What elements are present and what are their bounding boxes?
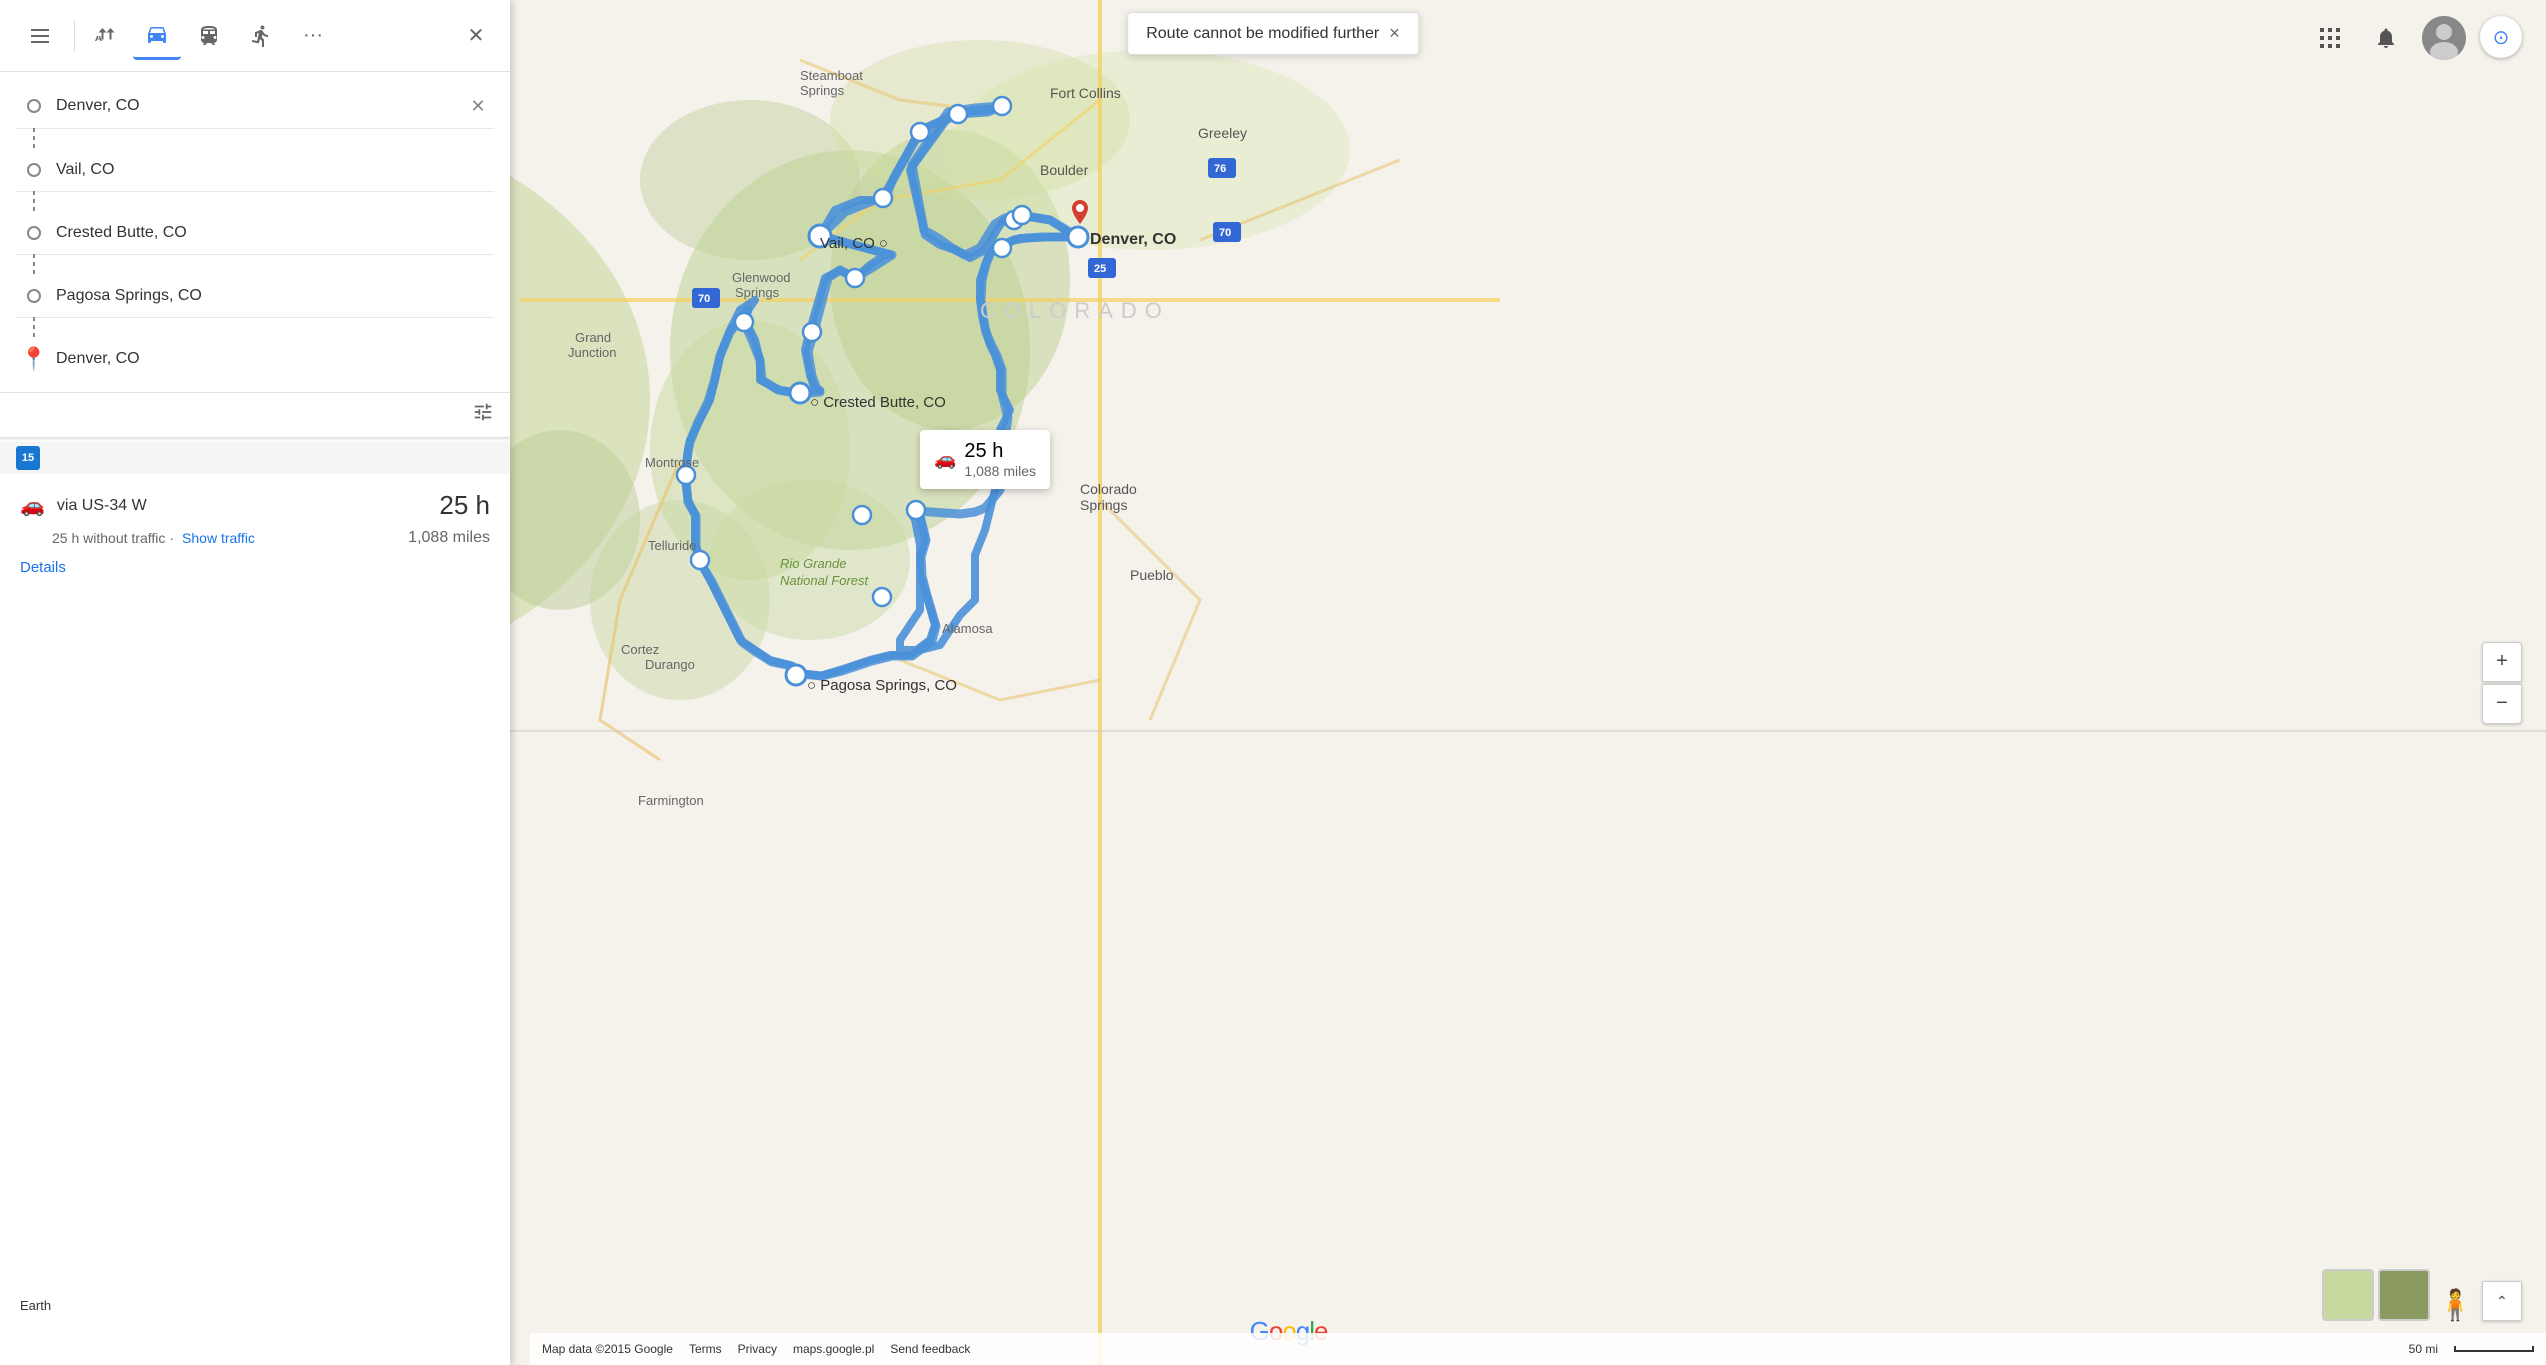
route-via-label: via US-34 W: [57, 497, 439, 515]
map-layer-options: [2322, 1269, 2430, 1321]
bottom-bar: Map data ©2015 Google Terms Privacy maps…: [530, 1333, 2546, 1365]
profile-avatar[interactable]: [2422, 16, 2466, 60]
waypoint-row-origin: ✕: [16, 84, 494, 129]
svg-text:Colorado: Colorado: [1080, 481, 1137, 497]
zoom-controls: + −: [2482, 642, 2522, 724]
svg-text:Alamosa: Alamosa: [942, 621, 993, 636]
svg-text:Glenwood: Glenwood: [732, 270, 791, 285]
destination-input[interactable]: [52, 344, 494, 374]
waypoint-row-pagosa: [16, 275, 494, 318]
details-link[interactable]: Details: [20, 559, 490, 576]
pagosa-input[interactable]: [52, 281, 494, 311]
waypoint-dot-icon-4: [16, 289, 52, 303]
svg-text:70: 70: [698, 293, 710, 305]
close-sidebar-button[interactable]: ✕: [458, 18, 494, 54]
bubble-distance: 1,088 miles: [964, 463, 1036, 479]
send-feedback-link[interactable]: Send feedback: [890, 1342, 970, 1356]
svg-text:Cortez: Cortez: [621, 642, 659, 657]
route-duration: 25 h: [439, 490, 490, 521]
svg-text:Durango: Durango: [645, 657, 695, 672]
svg-text:COLORADO: COLORADO: [980, 298, 1170, 323]
zoom-out-button[interactable]: −: [2482, 684, 2522, 724]
scale-bar: [2454, 1346, 2534, 1352]
driving-directions-icon[interactable]: [81, 12, 129, 60]
svg-text:Junction: Junction: [568, 345, 616, 360]
svg-text:Pueblo: Pueblo: [1130, 567, 1174, 583]
apps-grid-icon[interactable]: [2310, 18, 2350, 58]
svg-text:Telluride: Telluride: [648, 538, 696, 553]
zoom-in-button[interactable]: +: [2482, 642, 2522, 682]
waypoints-list: ✕ 📍: [0, 72, 510, 393]
top-right-controls: [2310, 16, 2466, 60]
svg-text:Steamboat: Steamboat: [800, 68, 863, 83]
svg-text:25: 25: [1094, 263, 1106, 275]
svg-text:76: 76: [1214, 163, 1226, 175]
svg-text:Springs: Springs: [735, 285, 780, 300]
svg-text:Rio Grande: Rio Grande: [780, 556, 846, 571]
svg-text:Springs: Springs: [800, 83, 845, 98]
highway-badge: 15: [16, 446, 40, 470]
bubble-car-icon: 🚗: [934, 449, 956, 470]
svg-text:Springs: Springs: [1080, 497, 1127, 513]
route-info-bubble: 🚗 25 h 1,088 miles: [920, 430, 1050, 489]
clear-origin-button[interactable]: ✕: [462, 90, 494, 122]
route-options-icon[interactable]: [472, 401, 494, 429]
without-traffic-text: 25 h without traffic: [52, 530, 165, 546]
svg-text:Boulder: Boulder: [1040, 162, 1089, 178]
svg-text:Fort Collins: Fort Collins: [1050, 85, 1121, 101]
transport-mode-bar: ··· ✕: [0, 0, 510, 72]
satellite-layer-thumb[interactable]: [2378, 1269, 2430, 1321]
walking-icon[interactable]: [237, 12, 285, 60]
terrain-layer-thumb[interactable]: [2322, 1269, 2374, 1321]
bubble-duration: 25 h: [964, 440, 1036, 463]
waypoint-dot-icon-2: [16, 163, 52, 177]
layer-expand-button[interactable]: ⌃: [2482, 1281, 2522, 1321]
car-route-icon[interactable]: [133, 12, 181, 60]
transit-icon[interactable]: [185, 12, 233, 60]
crested-butte-input[interactable]: [52, 218, 494, 248]
more-options-icon[interactable]: ···: [289, 12, 337, 60]
waypoint-row-crested-butte: [16, 212, 494, 255]
waypoint-dot-icon-3: [16, 226, 52, 240]
notifications-icon[interactable]: [2366, 18, 2406, 58]
svg-text:National Forest: National Forest: [780, 573, 870, 588]
svg-text:Farmington: Farmington: [638, 793, 704, 808]
maps-url-link[interactable]: maps.google.pl: [793, 1342, 874, 1356]
route-details-row: 25 h without traffic · Show traffic 1,08…: [20, 529, 490, 547]
route-sub-info: 25 h without traffic · Show traffic: [52, 530, 255, 546]
svg-text:○ Crested Butte, CO: ○ Crested Butte, CO: [810, 394, 946, 411]
svg-text:Montrose: Montrose: [645, 455, 699, 470]
route-car-icon: 🚗: [20, 493, 45, 518]
route-result-panel: 🚗 via US-34 W 25 h 25 h without traffic …: [0, 474, 510, 1365]
sidebar-panel: ··· ✕ ✕: [0, 0, 510, 1365]
route-options-bar: [0, 393, 510, 438]
origin-input[interactable]: [52, 91, 462, 121]
waypoint-row-destination: 📍: [16, 338, 494, 380]
privacy-link[interactable]: Privacy: [738, 1342, 777, 1356]
show-traffic-link[interactable]: Show traffic: [182, 530, 255, 546]
notification-text: Route cannot be modified further: [1146, 25, 1379, 43]
route-distance: 1,088 miles: [408, 529, 490, 547]
waypoint-dot-icon: [16, 99, 52, 113]
notification-banner: Route cannot be modified further ×: [1127, 12, 1419, 55]
terms-link[interactable]: Terms: [689, 1342, 722, 1356]
svg-text:Denver, CO: Denver, CO: [1090, 231, 1176, 248]
route-header: 🚗 via US-34 W 25 h: [20, 490, 490, 521]
pegman-button[interactable]: 🧍: [2437, 1291, 2474, 1321]
scale-label: 50 mi: [2409, 1342, 2438, 1356]
notification-close-button[interactable]: ×: [1389, 23, 1400, 44]
destination-pin-icon: 📍: [16, 348, 52, 370]
svg-text:70: 70: [1219, 227, 1231, 239]
svg-text:Vail, CO ○: Vail, CO ○: [820, 235, 888, 252]
svg-text:Grand: Grand: [575, 330, 611, 345]
svg-text:Greeley: Greeley: [1198, 125, 1247, 141]
svg-text:○ Pagosa Springs, CO: ○ Pagosa Springs, CO: [807, 677, 957, 694]
locate-button[interactable]: ⊙: [2480, 16, 2522, 58]
menu-icon[interactable]: [16, 12, 64, 60]
map-data-label: Map data ©2015 Google: [542, 1342, 673, 1356]
vail-input[interactable]: [52, 155, 494, 185]
waypoint-row-vail: [16, 149, 494, 192]
